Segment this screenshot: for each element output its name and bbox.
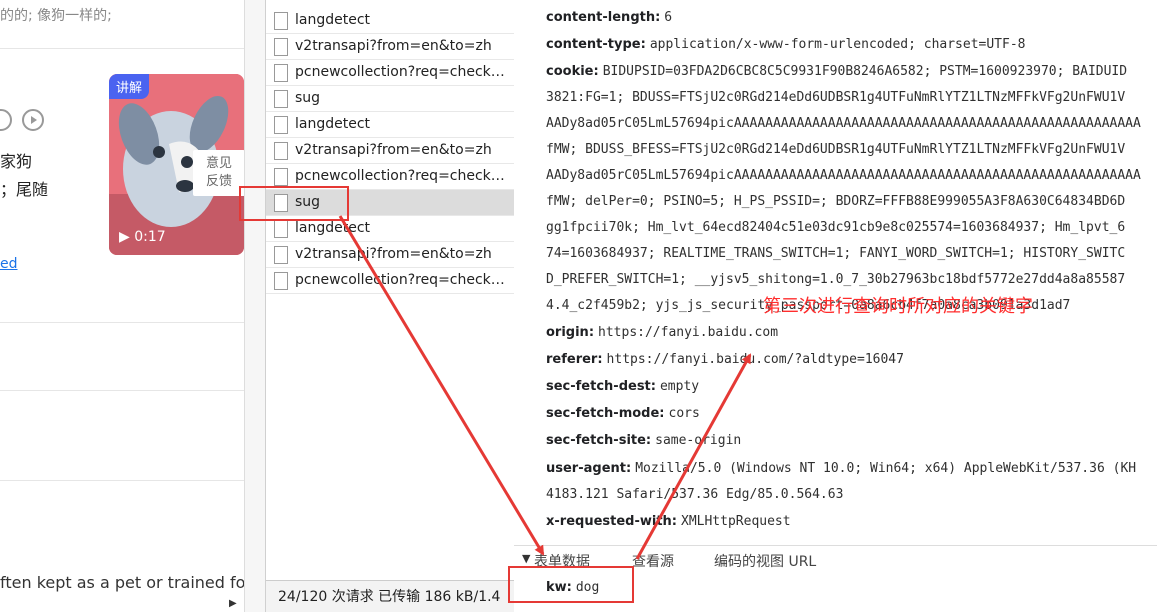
arrow-to-annotation (635, 353, 752, 560)
arrow-to-form-data (338, 215, 545, 556)
annotation-arrows (338, 215, 752, 560)
